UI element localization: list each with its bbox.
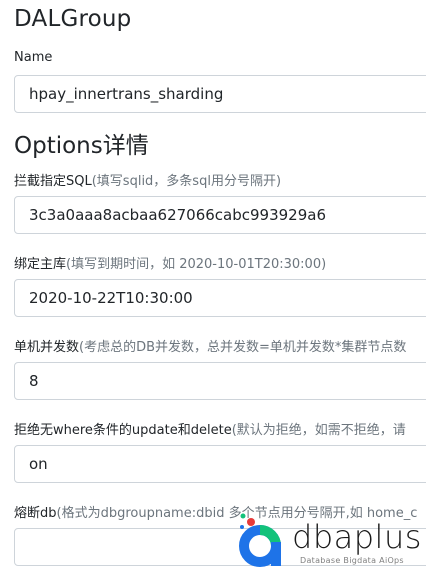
concurrency-label: 单机并发数(考虑总的DB并发数，总并发数=单机并发数*集群节点数 [14, 336, 406, 355]
concurrency-field[interactable]: 8 [14, 362, 426, 400]
dbaplus-logo-icon [239, 513, 281, 567]
dbaplus-watermark: dbaplus Database Bigdata AiOps [238, 512, 426, 575]
concurrency-label-text: 单机并发数 [14, 340, 80, 355]
dbaplus-tagline: Database Bigdata AiOps [300, 556, 404, 565]
intercept-sql-hint: (填写sqlid，多条sql用分号隔开) [91, 174, 282, 189]
bind-master-label-text: 绑定主库 [14, 257, 67, 272]
bind-master-label: 绑定主库(填写到期时间，如 2020-10-01T20:30:00) [14, 253, 326, 272]
dalgroup-options-form: DALGroup Name hpay_innertrans_sharding O… [0, 0, 426, 575]
options-title: Options详情 [14, 133, 149, 159]
dbaplus-brand: dbaplus [292, 518, 422, 556]
name-label: Name [14, 50, 53, 65]
reject-no-where-label-text: 拒绝无where条件的update和delete [14, 423, 232, 438]
bind-master-field[interactable]: 2020-10-22T10:30:00 [14, 279, 426, 317]
reject-no-where-label: 拒绝无where条件的update和delete(默认为拒绝，如需不拒绝，请 [14, 419, 406, 438]
intercept-sql-label-text: 拦截指定SQL [14, 174, 92, 189]
bind-master-hint: (填写到期时间，如 2020-10-01T20:30:00) [66, 257, 327, 272]
reject-no-where-hint: (默认为拒绝，如需不拒绝，请 [231, 423, 406, 438]
intercept-sql-label: 拦截指定SQL(填写sqlid，多条sql用分号隔开) [14, 170, 281, 189]
circuit-break-db-label-text: 熔断db [14, 506, 57, 521]
concurrency-hint: (考虑总的DB并发数，总并发数=单机并发数*集群节点数 [79, 340, 407, 355]
name-field[interactable]: hpay_innertrans_sharding [14, 75, 426, 113]
page-title: DALGroup [14, 6, 132, 32]
intercept-sql-field[interactable]: 3c3a0aaa8acbaa627066cabc993929a6 [14, 196, 426, 234]
reject-no-where-field[interactable]: on [14, 445, 426, 483]
